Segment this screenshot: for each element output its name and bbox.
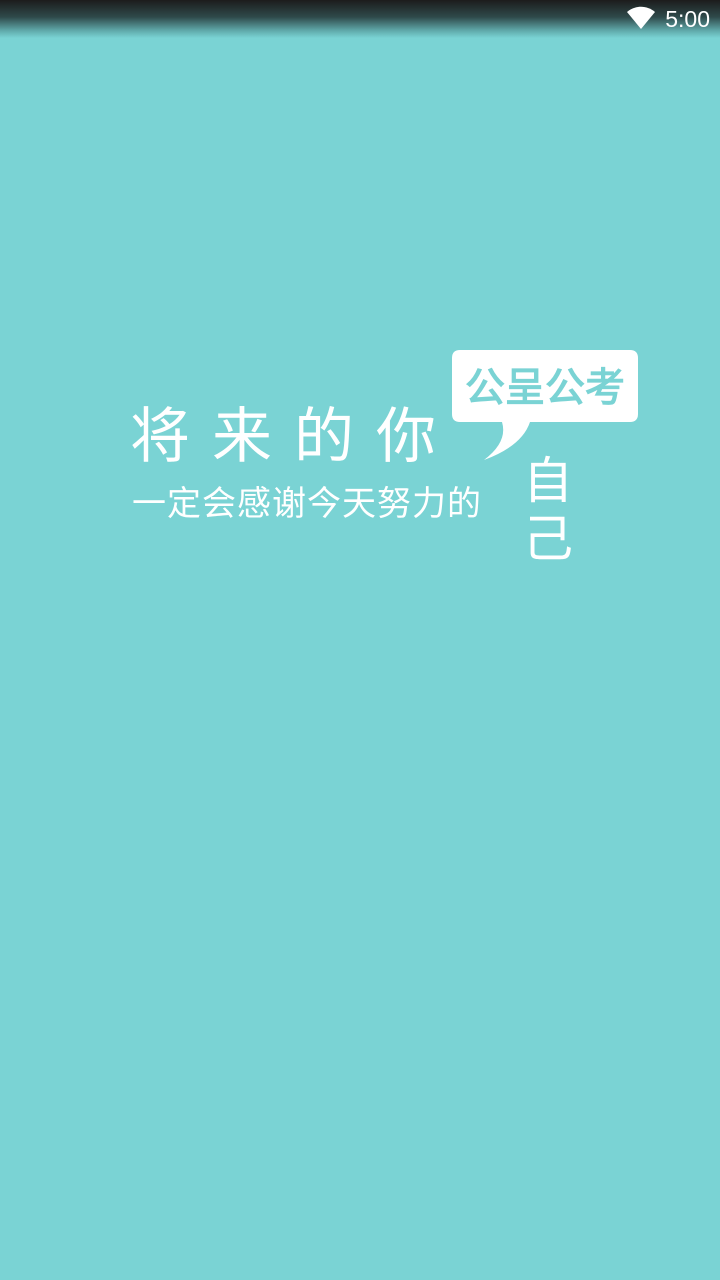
slogan-vertical: 自己 <box>523 452 573 568</box>
slogan-line-one: 将来的你 <box>130 402 458 472</box>
splash-screen: 将来的你 一定会感谢今天努力的 自己 公呈公考 <box>0 0 720 1280</box>
brand-logo: 公呈公考 <box>465 365 625 411</box>
slogan-line-two: 一定会感谢今天努力的 <box>132 484 482 524</box>
